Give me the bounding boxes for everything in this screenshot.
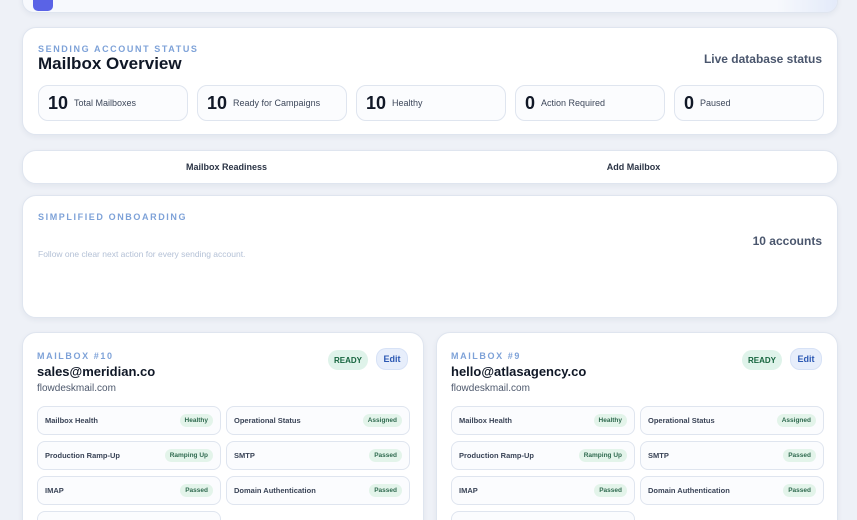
check-mailbox-health: Mailbox Health Healthy bbox=[37, 406, 221, 435]
top-banner bbox=[22, 0, 838, 13]
check-name: Domain Authentication bbox=[648, 486, 730, 495]
stat-value: 0 bbox=[684, 92, 695, 113]
check-grid: Mailbox Health Healthy Operational Status… bbox=[37, 406, 410, 520]
tab-add-mailbox[interactable]: Add Mailbox bbox=[430, 151, 837, 183]
mailbox-number: MAILBOX #9 bbox=[451, 351, 522, 361]
stat-total-mailboxes: 10 Total Mailboxes bbox=[38, 85, 188, 121]
mailbox-card: MAILBOX #10 sales@meridian.co flowdeskma… bbox=[22, 332, 424, 520]
check-domain-authentication: Domain Authentication Passed bbox=[226, 476, 410, 505]
check-production-ramp-up: Production Ramp-Up Ramping Up bbox=[37, 441, 221, 470]
check-name: Operational Status bbox=[648, 416, 715, 425]
edit-button[interactable]: Edit bbox=[376, 348, 408, 370]
check-name: IMAP bbox=[459, 486, 478, 495]
onboarding-eyebrow: SIMPLIFIED ONBOARDING bbox=[38, 212, 188, 222]
status-badge: READY bbox=[328, 350, 368, 370]
check-name: SMTP bbox=[648, 451, 669, 460]
overview-eyebrow: SENDING ACCOUNT STATUS bbox=[38, 44, 199, 54]
check-domain-authentication: Domain Authentication Passed bbox=[640, 476, 824, 505]
mailbox-domain: flowdeskmail.com bbox=[37, 383, 116, 394]
live-status: Live database status bbox=[703, 52, 822, 66]
check-more bbox=[451, 511, 635, 520]
edit-button[interactable]: Edit bbox=[790, 348, 822, 370]
app-logo-icon bbox=[33, 0, 53, 11]
check-status-badge: Assigned bbox=[362, 414, 402, 427]
check-status-badge: Healthy bbox=[593, 414, 627, 427]
check-status-badge: Passed bbox=[783, 484, 816, 497]
check-status-badge: Assigned bbox=[776, 414, 816, 427]
check-status-badge: Passed bbox=[180, 484, 213, 497]
check-status-badge: Ramping Up bbox=[164, 449, 213, 462]
check-name: Operational Status bbox=[234, 416, 301, 425]
tab-bar: Mailbox Readiness Add Mailbox bbox=[22, 150, 838, 184]
check-status-badge: Passed bbox=[369, 449, 402, 462]
check-grid: Mailbox Health Healthy Operational Status… bbox=[451, 406, 824, 520]
check-production-ramp-up: Production Ramp-Up Ramping Up bbox=[451, 441, 635, 470]
accounts-count: 10 accounts bbox=[752, 234, 822, 248]
stat-label: Healthy bbox=[392, 98, 423, 108]
onboarding-description: Follow one clear next action for every s… bbox=[38, 249, 246, 259]
check-name: Production Ramp-Up bbox=[45, 451, 120, 460]
tab-mailbox-readiness[interactable]: Mailbox Readiness bbox=[23, 151, 430, 183]
mailbox-number: MAILBOX #10 bbox=[37, 351, 114, 361]
check-name: Production Ramp-Up bbox=[459, 451, 534, 460]
check-name: SMTP bbox=[234, 451, 255, 460]
stat-value: 10 bbox=[207, 92, 228, 113]
stat-value: 0 bbox=[525, 92, 536, 113]
check-name: Domain Authentication bbox=[234, 486, 316, 495]
check-name: Mailbox Health bbox=[45, 416, 98, 425]
stats-row: 10 Total Mailboxes 10 Ready for Campaign… bbox=[38, 85, 824, 121]
check-status-badge: Passed bbox=[369, 484, 402, 497]
mailbox-domain: flowdeskmail.com bbox=[451, 383, 530, 394]
check-imap: IMAP Passed bbox=[451, 476, 635, 505]
check-name: IMAP bbox=[45, 486, 64, 495]
stat-label: Paused bbox=[700, 98, 731, 108]
stat-label: Total Mailboxes bbox=[74, 98, 137, 108]
check-status-badge: Passed bbox=[783, 449, 816, 462]
check-smtp: SMTP Passed bbox=[226, 441, 410, 470]
onboarding-card: SIMPLIFIED ONBOARDING Follow one clear n… bbox=[22, 195, 838, 318]
mailbox-email: hello@atlasagency.co bbox=[451, 364, 587, 379]
mailbox-overview-card: SENDING ACCOUNT STATUS Mailbox Overview … bbox=[22, 27, 838, 135]
stat-ready-for-campaigns: 10 Ready for Campaigns bbox=[197, 85, 347, 121]
stat-value: 10 bbox=[48, 92, 69, 113]
stat-healthy: 10 Healthy bbox=[356, 85, 506, 121]
stat-value: 10 bbox=[366, 92, 387, 113]
check-status-badge: Healthy bbox=[179, 414, 213, 427]
check-operational-status: Operational Status Assigned bbox=[640, 406, 824, 435]
status-badge: READY bbox=[742, 350, 782, 370]
check-name: Mailbox Health bbox=[459, 416, 512, 425]
check-status-badge: Ramping Up bbox=[578, 449, 627, 462]
page-title: Mailbox Overview bbox=[38, 54, 182, 73]
mailbox-email: sales@meridian.co bbox=[37, 364, 156, 379]
stat-label: Ready for Campaigns bbox=[233, 98, 321, 108]
check-mailbox-health: Mailbox Health Healthy bbox=[451, 406, 635, 435]
stat-action-required: 0 Action Required bbox=[515, 85, 665, 121]
stat-paused: 0 Paused bbox=[674, 85, 824, 121]
check-imap: IMAP Passed bbox=[37, 476, 221, 505]
check-status-badge: Passed bbox=[594, 484, 627, 497]
mailbox-card: MAILBOX #9 hello@atlasagency.co flowdesk… bbox=[436, 332, 838, 520]
check-operational-status: Operational Status Assigned bbox=[226, 406, 410, 435]
check-smtp: SMTP Passed bbox=[640, 441, 824, 470]
check-more bbox=[37, 511, 221, 520]
stat-label: Action Required bbox=[541, 98, 606, 108]
